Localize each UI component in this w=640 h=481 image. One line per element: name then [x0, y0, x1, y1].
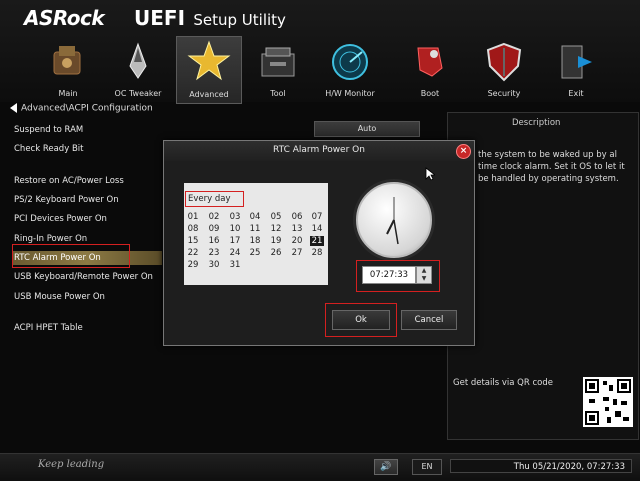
calendar-day-14[interactable]: 14 — [310, 224, 324, 234]
dialog-title: RTC Alarm Power On — [273, 145, 365, 155]
calendar-day-10[interactable]: 10 — [228, 224, 242, 234]
close-icon[interactable]: × — [456, 144, 471, 159]
menu-item-suspend-to-ram[interactable]: Suspend to RAM — [14, 125, 83, 135]
description-text: the system to be waked up by al time clo… — [478, 150, 625, 184]
dialog-title-bar: RTC Alarm Power On — [164, 141, 474, 161]
toolbox-icon — [261, 47, 295, 77]
calendar-day-05[interactable]: 05 — [269, 212, 283, 222]
calendar-day-18[interactable]: 18 — [248, 236, 262, 246]
calendar-day-01[interactable]: 01 — [186, 212, 200, 222]
speaker-icon[interactable]: 🔊 — [374, 459, 398, 475]
menu-item-usb-mouse-power-on[interactable]: USB Mouse Power On — [14, 292, 105, 302]
calendar-day-15[interactable]: 15 — [186, 236, 200, 246]
calendar-day-02[interactable]: 02 — [207, 212, 221, 222]
product-title: UEFI Setup Utility — [134, 6, 286, 30]
tab-oc-tweaker[interactable]: OC Tweaker — [106, 38, 170, 102]
tab-tool[interactable]: Tool — [246, 38, 310, 102]
menu-item-usb-keyboard-remote-power-on[interactable]: USB Keyboard/Remote Power On — [14, 272, 153, 282]
calendar-day-26[interactable]: 26 — [269, 248, 283, 258]
calendar-day-03[interactable]: 03 — [228, 212, 242, 222]
tab-advanced[interactable]: Advanced — [176, 36, 242, 104]
calendar-day-12[interactable]: 12 — [269, 224, 283, 234]
datetime-display: Thu 05/21/2020, 07:27:33 — [450, 459, 632, 473]
calendar-day-22[interactable]: 22 — [186, 248, 200, 258]
breadcrumb[interactable]: Advanced\ACPI Configuration — [10, 103, 153, 114]
calendar-day-13[interactable]: 13 — [290, 224, 304, 234]
calendar-day-04[interactable]: 04 — [248, 212, 262, 222]
cancel-button[interactable]: Cancel — [401, 310, 457, 330]
calendar-day-20[interactable]: 20 — [290, 236, 304, 246]
calendar-day-11[interactable]: 11 — [248, 224, 262, 234]
menu-item-restore-ac-power-loss[interactable]: Restore on AC/Power Loss — [14, 176, 124, 186]
spin-down-icon[interactable]: ▼ — [417, 275, 431, 283]
tab-main[interactable]: Main — [36, 38, 100, 102]
tab-boot[interactable]: Boot — [398, 38, 462, 102]
back-arrow-icon[interactable] — [10, 103, 17, 113]
menu-item-check-ready-bit[interactable]: Check Ready Bit — [14, 144, 83, 154]
clock-face — [356, 182, 432, 258]
time-input[interactable]: 07:27:33 — [362, 266, 416, 284]
time-spinner[interactable]: ▲ ▼ — [416, 266, 432, 284]
calendar-day-24[interactable]: 24 — [228, 248, 242, 258]
qr-label: Get details via QR code — [453, 378, 553, 388]
menu-item-ring-in-power-on[interactable]: Ring-In Power On — [14, 234, 87, 244]
tab-exit[interactable]: Exit — [544, 38, 608, 102]
star-icon — [187, 40, 231, 81]
calendar-day-28[interactable]: 28 — [310, 248, 324, 258]
menu-item-acpi-hpet-table[interactable]: ACPI HPET Table — [14, 323, 83, 333]
option-value-auto[interactable]: Auto — [314, 121, 420, 137]
boot-icon — [417, 47, 443, 77]
main-icon — [53, 46, 81, 75]
menu-item-pci-devices-power-on[interactable]: PCI Devices Power On — [14, 214, 107, 224]
exit-icon — [561, 45, 592, 79]
tab-security[interactable]: Security — [472, 38, 536, 102]
calendar-day-06[interactable]: 06 — [290, 212, 304, 222]
calendar-day-29[interactable]: 29 — [186, 260, 200, 270]
tab-hw-monitor[interactable]: H/W Monitor — [318, 38, 382, 102]
description-title: Description — [512, 118, 561, 128]
spin-up-icon[interactable]: ▲ — [417, 267, 431, 275]
qr-code-icon — [583, 377, 633, 427]
calendar-day-08[interactable]: 08 — [186, 224, 200, 234]
mouse-cursor-icon — [425, 167, 435, 181]
top-nav: Main OC Tweaker Advanced Tool H/W Monito… — [30, 36, 640, 104]
shield-icon — [486, 42, 522, 82]
highlight-every-day — [185, 191, 244, 207]
calendar-day-31[interactable]: 31 — [228, 260, 242, 270]
rocket-icon — [129, 42, 147, 79]
menu-item-ps2-keyboard-power-on[interactable]: PS/2 Keyboard Power On — [14, 195, 119, 205]
highlight-rtc-alarm — [12, 244, 130, 268]
ok-button[interactable]: Ok — [332, 310, 390, 330]
calendar-day-16[interactable]: 16 — [207, 236, 221, 246]
calendar-day-09[interactable]: 09 — [207, 224, 221, 234]
calendar-day-21[interactable]: 21 — [310, 236, 324, 246]
brand-logo: ASRock — [24, 6, 105, 30]
calendar-day-23[interactable]: 23 — [207, 248, 221, 258]
calendar-day-17[interactable]: 17 — [228, 236, 242, 246]
radar-icon — [332, 44, 368, 80]
calendar-day-19[interactable]: 19 — [269, 236, 283, 246]
language-button[interactable]: EN — [412, 459, 442, 475]
calendar-day-07[interactable]: 07 — [310, 212, 324, 222]
calendar-day-30[interactable]: 30 — [207, 260, 221, 270]
calendar-day-27[interactable]: 27 — [290, 248, 304, 258]
calendar-day-25[interactable]: 25 — [248, 248, 262, 258]
footer-tagline: Keep leading — [38, 459, 105, 470]
clock-hands-icon — [386, 197, 399, 245]
